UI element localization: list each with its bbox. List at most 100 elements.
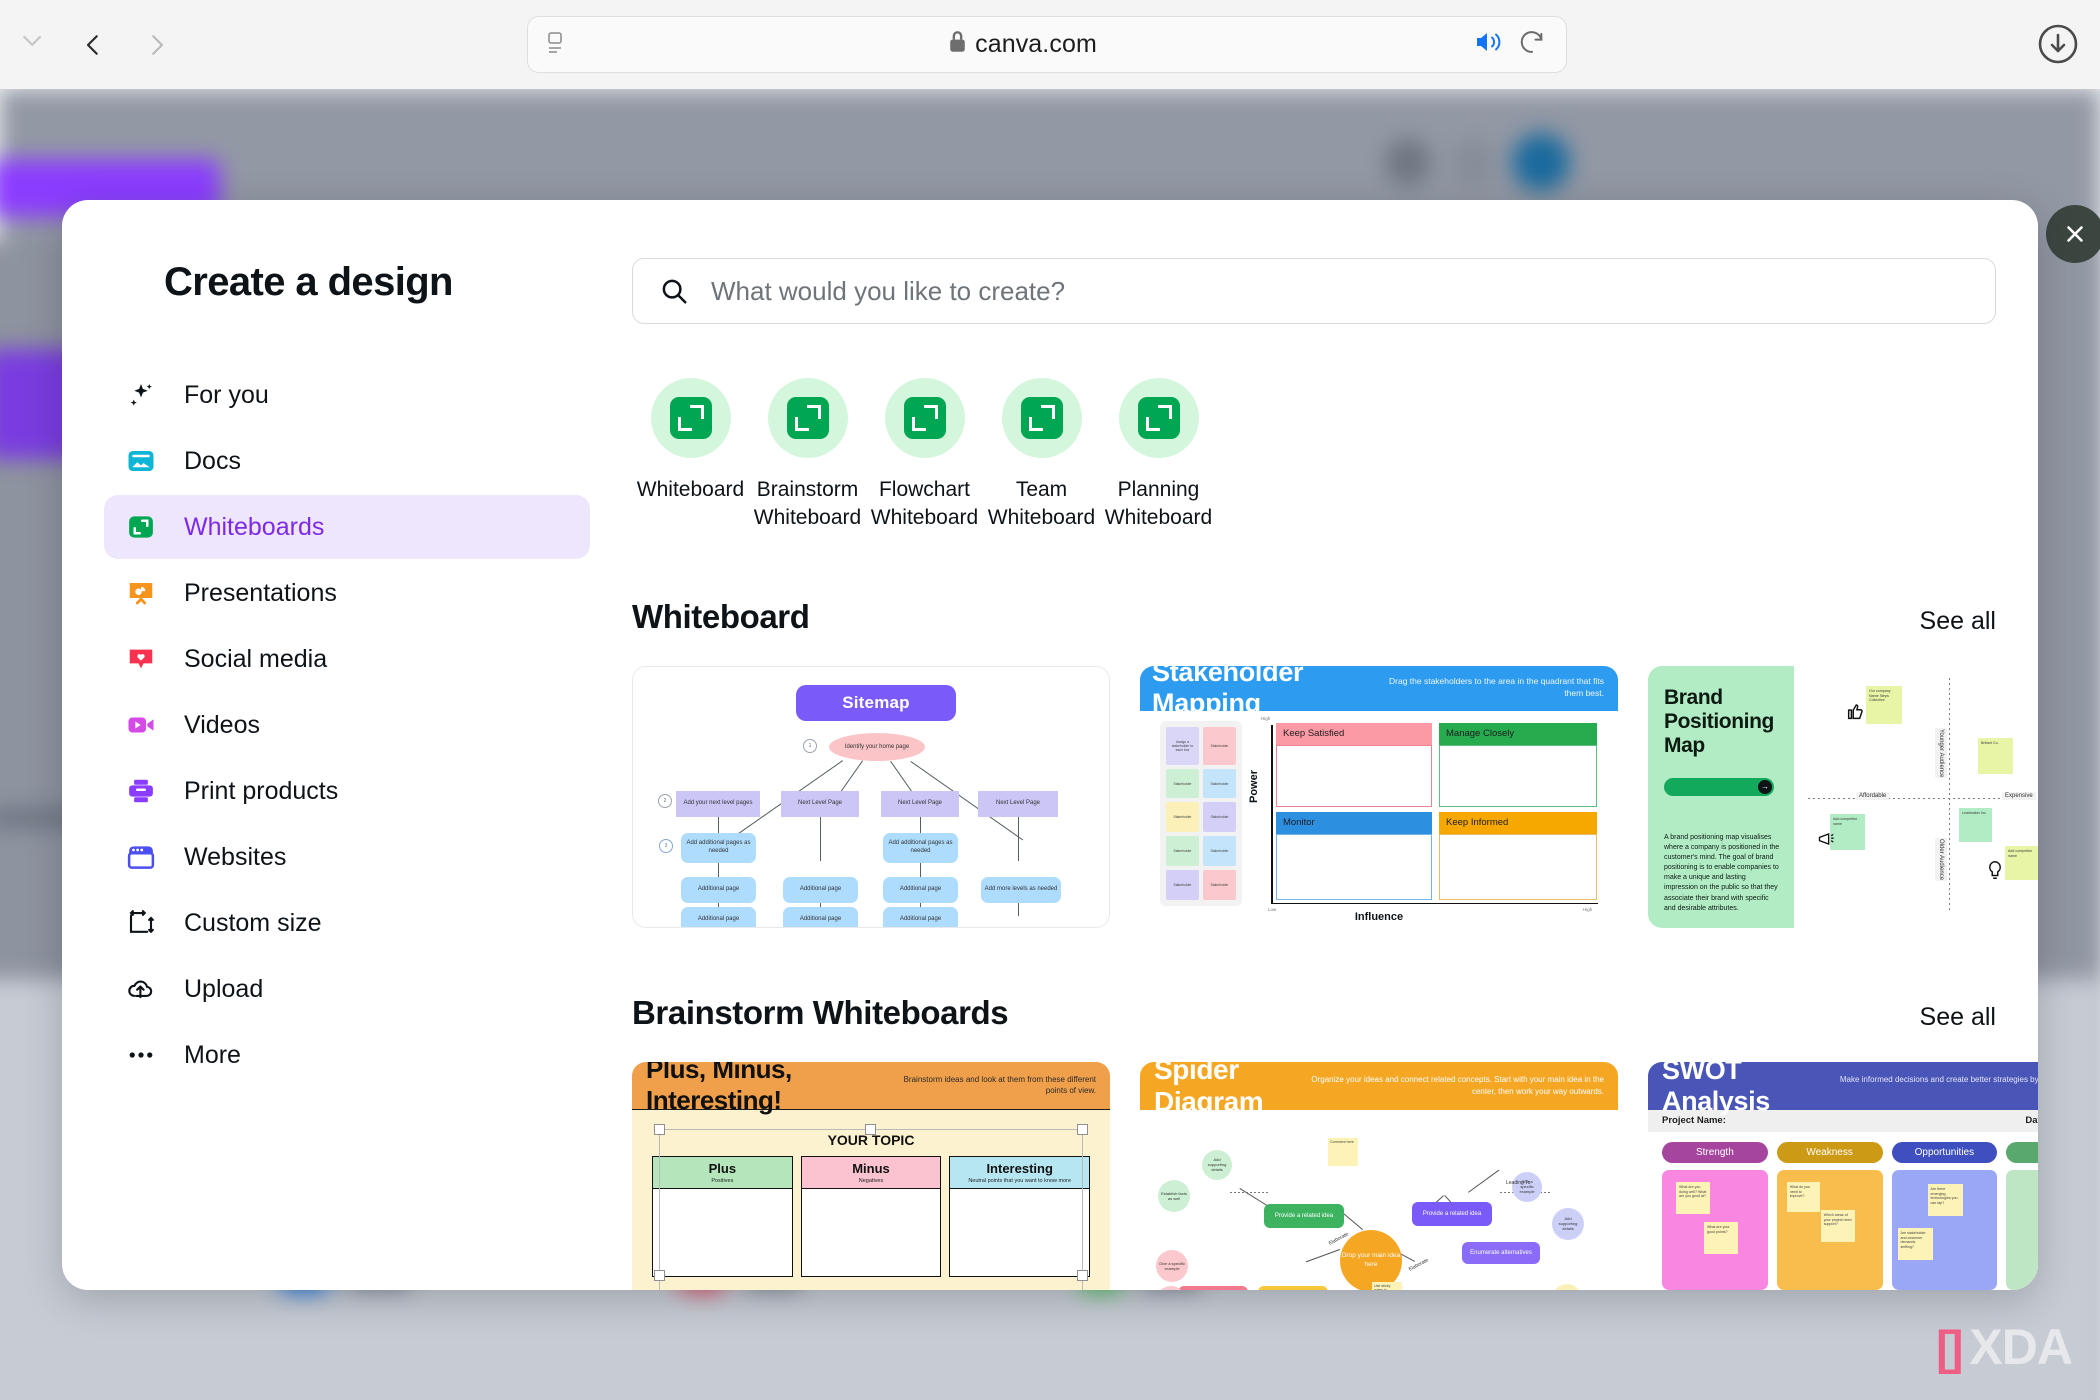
sidebar-item-presentations[interactable]: Presentations [104, 561, 590, 625]
brand-map-sticky-note[interactable]: Brillant Co. [1978, 737, 2013, 774]
swot-subtitle: Make informed decisions and create bette… [1839, 1074, 2038, 1084]
sidebar-item-for-you[interactable]: For you [104, 363, 590, 427]
quadrant-drop-zone[interactable] [1439, 833, 1597, 900]
sidebar-item-whiteboards[interactable]: Whiteboards [104, 495, 590, 559]
spider-leaf-node[interactable]: Give a specific example [1512, 1171, 1542, 1202]
pmi-column-head: Plus Positives [652, 1155, 793, 1189]
swot-column-pane[interactable]: What are you doing well? What are you go… [1662, 1169, 1768, 1290]
quadrant-drop-zone[interactable] [1276, 744, 1432, 807]
reader-view-icon[interactable] [546, 30, 572, 60]
sidebar-item-upload[interactable]: Upload [104, 957, 590, 1021]
sidebar-item-social-media[interactable]: Social media [104, 627, 590, 691]
spider-comment-sticky[interactable]: Comment here [1328, 1137, 1358, 1166]
custom-size-icon [126, 908, 156, 938]
swot-column-pane[interactable]: What do you need to improve? Which areas… [1776, 1169, 1883, 1290]
dialog-title: Create a design [164, 260, 454, 304]
selection-handle[interactable] [654, 1123, 665, 1135]
pmi-column-body[interactable] [949, 1188, 1091, 1277]
quick-tile-planning-whiteboard[interactable]: Planning Whiteboard [1100, 378, 1217, 532]
pmi-column-minus: Minus Negatives [800, 1155, 942, 1277]
search-bar[interactable] [632, 258, 1996, 324]
brand-map-sticky-note[interactable]: Our company Name Steps Collective [1866, 685, 1902, 724]
pmi-column-body[interactable] [652, 1188, 793, 1277]
quick-tile-whiteboard[interactable]: Whiteboard [632, 378, 749, 532]
tray-note: Stakeholder [1203, 870, 1236, 900]
swot-sticky-note[interactable]: Which areas of your project need support… [1820, 1209, 1855, 1242]
selection-handle[interactable] [1077, 1269, 1088, 1281]
swot-column-pane[interactable]: Are there emerging technologies you can … [1891, 1169, 1998, 1290]
address-bar-actions [1474, 28, 1546, 61]
sitemap-marker-1: 1 [803, 738, 817, 753]
see-all-whiteboard[interactable]: See all [1920, 607, 1996, 636]
sidebar-item-docs[interactable]: Docs [104, 429, 590, 493]
quadrant-drop-zone[interactable] [1439, 744, 1597, 807]
swot-column-pane[interactable] [2006, 1169, 2038, 1290]
speaker-wave-icon[interactable] [1474, 29, 1504, 60]
sidebar-item-more[interactable]: More [104, 1023, 590, 1087]
sidebar-item-custom-size[interactable]: Custom size [104, 891, 590, 955]
stakeholder-quadrant-manage-closely: Manage Closely [1439, 722, 1597, 807]
selection-handle[interactable] [865, 1123, 876, 1135]
tile-label-line1: Flowchart [878, 478, 970, 501]
close-dialog-button[interactable] [2046, 205, 2100, 263]
brand-map-sticky-note[interactable]: Leadmaker Inc. [1959, 807, 1992, 842]
browser-forward-icon[interactable] [134, 22, 180, 68]
spider-branch-node[interactable]: Enumerate alternatives [1462, 1241, 1540, 1264]
template-card-swot-analysis[interactable]: SWOT Analysis Make informed decisions an… [1648, 1061, 2038, 1290]
swot-sticky-note[interactable]: What are your good points? [1704, 1221, 1738, 1254]
tile-label-line1: Planning [1117, 478, 1200, 501]
template-card-sitemap[interactable]: Sitemap Identify your home page 1 Add yo… [632, 665, 1110, 928]
quadrant-drop-zone[interactable] [1276, 833, 1432, 900]
stakeholder-subtitle: Drag the stakeholders to the area in the… [1389, 676, 1604, 699]
tile-label-line1: Whiteboard [636, 478, 745, 501]
ellipsis-icon [126, 1040, 156, 1070]
spider-leaf-node[interactable]: Give a specific example [1156, 1249, 1188, 1282]
brand-map-cta-button[interactable]: → [1664, 777, 1774, 796]
see-all-brainstorm[interactable]: See all [1920, 1003, 1996, 1032]
sidebar-item-print-products[interactable]: Print products [104, 759, 590, 823]
sidebar-toggle-icon[interactable] [18, 25, 52, 65]
xda-watermark: [] XDA [1936, 1318, 2073, 1376]
template-card-plus-minus-interesting[interactable]: Plus, Minus, Interesting! Brainstorm ide… [632, 1061, 1110, 1290]
quick-tile-team-whiteboard[interactable]: Team Whiteboard [983, 378, 1100, 532]
spider-branch-node[interactable]: Provide a related idea [1264, 1203, 1344, 1228]
brand-map-sticky-note[interactable]: Add competitor name [2005, 845, 2038, 880]
spider-leaf-node[interactable]: Add supporting details [1552, 1207, 1584, 1240]
watermark-text: XDA [1969, 1319, 2073, 1375]
pmi-title: Plus, Minus, Interesting! [646, 1061, 792, 1116]
quick-tile-flowchart-whiteboard[interactable]: Flowchart Whiteboard [866, 378, 983, 532]
swot-sticky-note[interactable]: Are stakeholder and customer demands shi… [1897, 1227, 1933, 1260]
pmi-column-body[interactable] [800, 1188, 942, 1277]
swot-sticky-note[interactable]: Are there emerging technologies you can … [1927, 1183, 1963, 1216]
browser-back-icon[interactable] [70, 22, 116, 68]
reload-icon[interactable] [1518, 28, 1546, 61]
template-card-stakeholder-mapping[interactable]: Stakeholder Mapping Drag the stakeholder… [1140, 665, 1618, 928]
selection-handle[interactable] [654, 1269, 665, 1281]
quick-tile-brainstorm-whiteboard[interactable]: Brainstorm Whiteboard [749, 378, 866, 532]
spider-leaf-node[interactable]: Add supporting details [1202, 1149, 1232, 1180]
download-circle-icon[interactable] [2034, 20, 2082, 68]
quadrant-label: Manage Closely [1439, 722, 1597, 745]
spider-branch-node[interactable] [1178, 1285, 1248, 1290]
address-bar[interactable]: canva.com [527, 16, 1567, 73]
search-input[interactable] [711, 275, 1969, 307]
tray-note: Stakeholder [1166, 870, 1199, 900]
dialog-sidebar: Create a design For you Docs Whiteboards… [62, 200, 632, 1290]
selection-handle[interactable] [1077, 1123, 1088, 1135]
presentation-icon [126, 578, 156, 608]
browser-toolbar: canva.com [0, 0, 2100, 89]
spider-branch-node[interactable] [1258, 1285, 1328, 1290]
spider-leaf-node[interactable] [1552, 1283, 1582, 1290]
spider-instruction-sticky[interactable]: Use sticky notes to... [1372, 1281, 1402, 1290]
sidebar-item-websites[interactable]: Websites [104, 825, 590, 889]
tile-icon-wrap [1001, 378, 1082, 458]
swot-sticky-note[interactable]: What do you need to improve? [1786, 1181, 1820, 1212]
spider-branch-node[interactable]: Provide a related idea [1412, 1201, 1492, 1226]
spider-leaf-node[interactable]: Establish facts as well [1158, 1179, 1190, 1212]
sidebar-item-videos[interactable]: Videos [104, 693, 590, 757]
section-title: Whiteboard [632, 597, 810, 635]
tray-note: Stakeholder [1203, 726, 1236, 765]
template-card-spider-diagram[interactable]: Spider Diagram Organize your ideas and c… [1140, 1061, 1618, 1290]
template-card-brand-positioning-map[interactable]: Brand Positioning Map → A brand position… [1648, 665, 2038, 928]
swot-sticky-note[interactable]: What are you doing well? What are you go… [1676, 1181, 1710, 1214]
